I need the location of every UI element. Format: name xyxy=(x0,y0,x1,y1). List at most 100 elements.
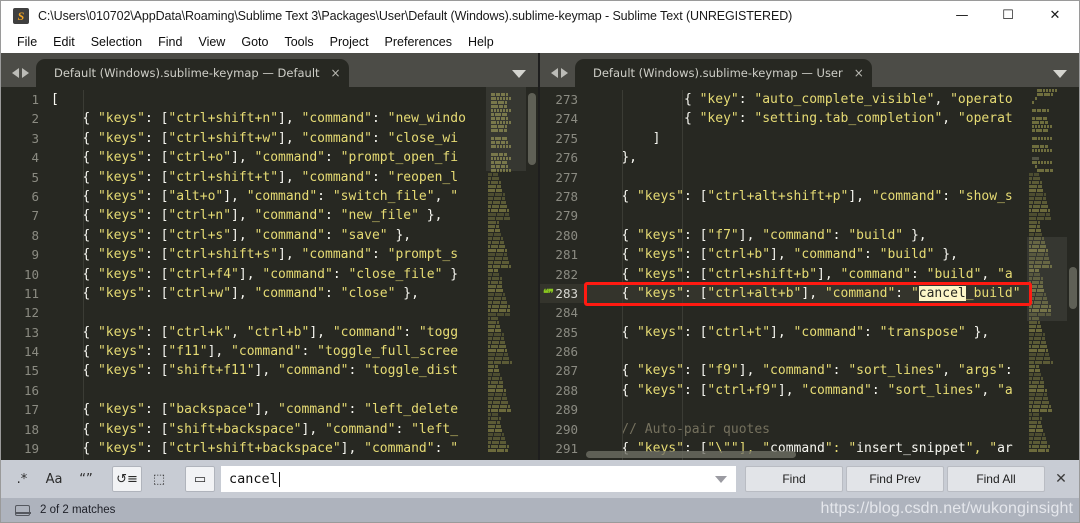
horizontal-scrollbar-right[interactable] xyxy=(586,451,1027,460)
menu-help[interactable]: Help xyxy=(460,33,502,51)
find-prev-button[interactable]: Find Prev xyxy=(846,466,944,492)
code-content-right[interactable]: { "key": "auto_complete_visible", "opera… xyxy=(586,87,1027,460)
line-number-gutter-right: 273 274 275 276 277 278 279 280 281 282 283 ❝❞ 284 28… xyxy=(540,87,586,460)
menu-preferences[interactable]: Preferences xyxy=(377,33,460,51)
code-line: { "keys": ["backspace"], "command": "lef… xyxy=(82,402,459,418)
code-line: { "keys": ["ctrl+shift+b"], "command": "… xyxy=(621,266,1013,282)
code-line: { "keys": ["ctrl+shift+n"], "command": "… xyxy=(82,111,466,127)
tab-prev-icon[interactable] xyxy=(551,68,558,78)
tab-next-icon[interactable] xyxy=(561,68,568,78)
title-bar: C:\Users\010702\AppData\Roaming\Sublime … xyxy=(1,1,1079,30)
tab-prev-icon[interactable] xyxy=(12,68,19,78)
find-all-button[interactable]: Find All xyxy=(947,466,1045,492)
line-number: 289 xyxy=(555,402,578,418)
line-number: 14 xyxy=(23,344,39,360)
sublime-logo-icon xyxy=(13,7,29,24)
minimap-viewport[interactable] xyxy=(1027,237,1067,321)
menu-file[interactable]: File xyxy=(9,33,45,51)
tab-nav-arrows-right[interactable] xyxy=(540,68,575,87)
tab-next-icon[interactable] xyxy=(22,68,29,78)
line-number: 6 xyxy=(31,188,39,204)
find-button[interactable]: Find xyxy=(745,466,843,492)
menu-view[interactable]: View xyxy=(190,33,233,51)
line-number: 274 xyxy=(555,111,578,127)
minimap-row xyxy=(486,449,526,453)
code-body-left: 123456789101112131415161718192021 [ { "k… xyxy=(1,87,538,460)
tab-overflow-caret-icon[interactable] xyxy=(1053,70,1067,78)
in-selection-toggle[interactable]: ⬚ xyxy=(144,466,174,492)
close-button[interactable]: ✕ xyxy=(1031,1,1079,30)
minimap-right[interactable] xyxy=(1027,87,1067,460)
editor-pane-left: Default (Windows).sublime-keymap — Defau… xyxy=(1,53,540,460)
line-number: 290 xyxy=(555,421,578,437)
line-number: 292 xyxy=(540,458,586,460)
line-number: 280 xyxy=(555,227,578,243)
menu-project[interactable]: Project xyxy=(322,33,377,51)
text-caret xyxy=(278,471,280,487)
find-input[interactable]: cancel xyxy=(221,466,736,492)
line-number: 279 xyxy=(555,208,578,224)
menu-tools[interactable]: Tools xyxy=(276,33,321,51)
code-line: { "keys": ["f11"], "command": "toggle_fu… xyxy=(82,344,459,360)
maximize-button[interactable]: ☐ xyxy=(985,1,1031,30)
code-content-left[interactable]: [ { "keys": ["ctrl+shift+n"], "command":… xyxy=(47,87,486,460)
line-number: 4 xyxy=(31,150,39,166)
match-count-status: 2 of 2 matches xyxy=(40,504,116,516)
tab-nav-arrows-left[interactable] xyxy=(1,68,36,87)
scroll-thumb[interactable] xyxy=(586,451,796,458)
code-line: { "keys": ["ctrl+b"], "command": "build"… xyxy=(621,247,958,263)
line-number: 273 xyxy=(555,92,578,107)
line-number: 10 xyxy=(23,266,39,282)
highlight-results-toggle[interactable]: ▭ xyxy=(185,466,215,492)
code-line: { "keys": ["ctrl+s"], "command": "save" … xyxy=(82,227,412,243)
code-body-right: 273 274 275 276 277 278 279 280 281 282 283 ❝❞ 284 28… xyxy=(540,87,1079,460)
line-number: 291 xyxy=(555,441,578,457)
line-number: 288 xyxy=(555,382,578,398)
vertical-scrollbar-left[interactable] xyxy=(526,87,538,460)
line-number: 18 xyxy=(23,421,39,437)
menu-selection[interactable]: Selection xyxy=(83,33,150,51)
minimap-viewport[interactable] xyxy=(486,87,526,171)
code-line: { "keys": ["ctrl+t"], "command": "transp… xyxy=(621,324,990,340)
find-bar-close-icon[interactable]: ✕ xyxy=(1049,471,1073,487)
find-history-caret-icon[interactable] xyxy=(715,475,727,483)
line-number: 277 xyxy=(555,169,578,185)
wrap-toggle[interactable]: ↺≡ xyxy=(112,466,142,492)
case-sensitive-toggle[interactable]: Aa xyxy=(39,466,69,492)
menu-goto[interactable]: Goto xyxy=(233,33,276,51)
code-line: { "keys": ["ctrl+shift+s"], "command": "… xyxy=(82,247,459,263)
tab-close-icon[interactable]: × xyxy=(854,67,864,79)
line-number: 12 xyxy=(23,305,39,321)
scroll-thumb[interactable] xyxy=(1069,267,1077,309)
line-number: 281 xyxy=(555,247,578,263)
status-bar: 2 of 2 matches https://blog.csdn.net/wuk… xyxy=(1,498,1079,522)
menu-edit[interactable]: Edit xyxy=(45,33,83,51)
tab-default-windows-keymap-user[interactable]: Default (Windows).sublime-keymap — User … xyxy=(575,59,872,87)
tab-overflow-caret-icon[interactable] xyxy=(512,70,526,78)
regex-toggle[interactable]: .* xyxy=(7,466,37,492)
tab-label: Default (Windows).sublime-keymap — Defau… xyxy=(54,66,320,80)
minimize-button[interactable]: — xyxy=(939,1,985,30)
minimap-left[interactable] xyxy=(486,87,526,460)
code-line: { "keys": ["alt+o"], "command": "switch_… xyxy=(82,188,459,204)
code-line: { "keys": ["ctrl+shift+w"], "command": "… xyxy=(82,130,459,146)
line-number: 284 xyxy=(555,305,578,321)
line-number: 16 xyxy=(23,382,39,398)
vertical-scrollbar-right[interactable] xyxy=(1067,87,1079,460)
tab-close-icon[interactable]: × xyxy=(331,67,341,79)
menu-find[interactable]: Find xyxy=(150,33,190,51)
code-line: { "keys": ["ctrl+shift+t"], "command": "… xyxy=(82,169,459,185)
tab-label: Default (Windows).sublime-keymap — User xyxy=(593,66,843,80)
line-number: 13 xyxy=(23,324,39,340)
whole-word-toggle[interactable]: “” xyxy=(71,466,101,492)
code-line: [ xyxy=(51,92,59,107)
code-line: { "keys": ["ctrl+k", "ctrl+b"], "command… xyxy=(82,324,459,340)
tab-default-windows-keymap-default[interactable]: Default (Windows).sublime-keymap — Defau… xyxy=(36,59,349,87)
code-line: { "keys": ["ctrl+alt+b"], "command": "ca… xyxy=(586,283,1027,304)
scroll-thumb[interactable] xyxy=(528,93,536,165)
